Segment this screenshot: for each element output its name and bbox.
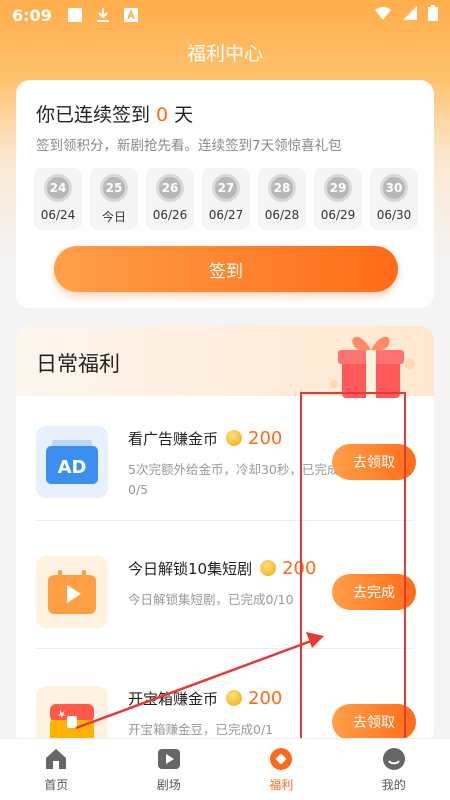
day-label: 06/27 (208, 208, 244, 222)
day-label: 06/24 (40, 208, 76, 222)
tab-welfare[interactable]: 福利 (225, 739, 338, 800)
signin-day: 27 06/27 (202, 168, 250, 230)
signin-button[interactable]: 签到 (54, 246, 398, 292)
gift-icon (268, 746, 294, 772)
profile-icon (381, 746, 407, 772)
signin-subtitle: 签到领积分，新剧抢先看。连续签到7天领惊喜礼包 (36, 138, 342, 154)
task-name: 看广告赚金币 200 (128, 428, 282, 449)
status-time: 6:09 (12, 5, 52, 25)
signin-day: 26 06/26 (146, 168, 194, 230)
task-title: 看广告赚金币 (128, 430, 219, 448)
gift-box-icon (330, 336, 415, 398)
tab-profile[interactable]: 我的 (338, 739, 450, 800)
daily-welfare-title: 日常福利 (36, 352, 120, 376)
tab-label: 福利 (269, 778, 294, 792)
keyboard-a-icon (122, 6, 140, 24)
svg-text:AD: AD (58, 457, 87, 478)
coin-icon (260, 560, 277, 576)
signin-day: 30 06/30 (370, 168, 418, 230)
signin-day: 24 06/24 (34, 168, 82, 230)
signin-day: 29 06/29 (314, 168, 362, 230)
day-number: 30 (380, 174, 408, 202)
treasure-chest-icon (36, 686, 108, 746)
task-amount: 200 (248, 428, 283, 449)
day-label: 今日 (101, 210, 126, 224)
day-label: 06/30 (376, 208, 412, 222)
status-bar: 6:09 (0, 0, 450, 30)
day-number: 28 (268, 174, 296, 202)
tab-label: 首页 (44, 778, 69, 792)
task-title: 今日解锁10集短剧 (128, 560, 253, 578)
annotation-highlight-box (300, 392, 406, 752)
signal-icon (402, 5, 418, 25)
signin-day: 25 今日 (90, 168, 138, 230)
bottom-tab-bar: 首页 剧场 福利 我的 (0, 738, 450, 800)
signin-heading: 你已连续签到 0 天 (36, 100, 193, 127)
day-label: 06/26 (152, 208, 188, 222)
tab-theater[interactable]: 剧场 (113, 739, 226, 800)
task-title: 开宝箱赚金币 (128, 690, 219, 708)
home-icon (43, 746, 69, 772)
video-calendar-icon (36, 556, 108, 628)
page-title: 福利中心 (186, 42, 263, 65)
task-amount: 200 (248, 688, 283, 709)
tab-label: 剧场 (156, 778, 181, 792)
download-icon (94, 6, 112, 24)
signin-streak: 0 (156, 104, 169, 126)
signin-day: 28 06/28 (258, 168, 306, 230)
tab-label: 我的 (381, 778, 406, 792)
coin-icon (226, 690, 243, 706)
daily-welfare-header: 日常福利 (16, 326, 434, 398)
day-label: 06/28 (264, 208, 300, 222)
task-name: 开宝箱赚金币 200 (128, 688, 282, 709)
signin-heading-suffix: 天 (174, 104, 194, 126)
day-number: 27 (212, 174, 240, 202)
signin-day-list: 24 06/24 25 今日 26 06/26 27 06/27 28 06/2… (34, 168, 418, 230)
tab-home[interactable]: 首页 (0, 739, 113, 800)
battery-icon (428, 5, 438, 25)
day-number: 26 (156, 174, 184, 202)
ad-icon: AD (36, 426, 108, 498)
signin-heading-prefix: 你已连续签到 (36, 104, 151, 126)
signin-card: 你已连续签到 0 天 签到领积分，新剧抢先看。连续签到7天领惊喜礼包 24 06/2… (16, 80, 434, 308)
task-name: 今日解锁10集短剧 200 (128, 558, 316, 579)
day-label: 06/29 (320, 208, 356, 222)
notification-square-icon (66, 6, 84, 24)
play-icon (156, 746, 182, 772)
coin-icon (226, 430, 243, 446)
day-number: 29 (324, 174, 352, 202)
day-number: 24 (44, 174, 72, 202)
day-number: 25 (100, 174, 128, 202)
wifi-icon (374, 5, 392, 25)
